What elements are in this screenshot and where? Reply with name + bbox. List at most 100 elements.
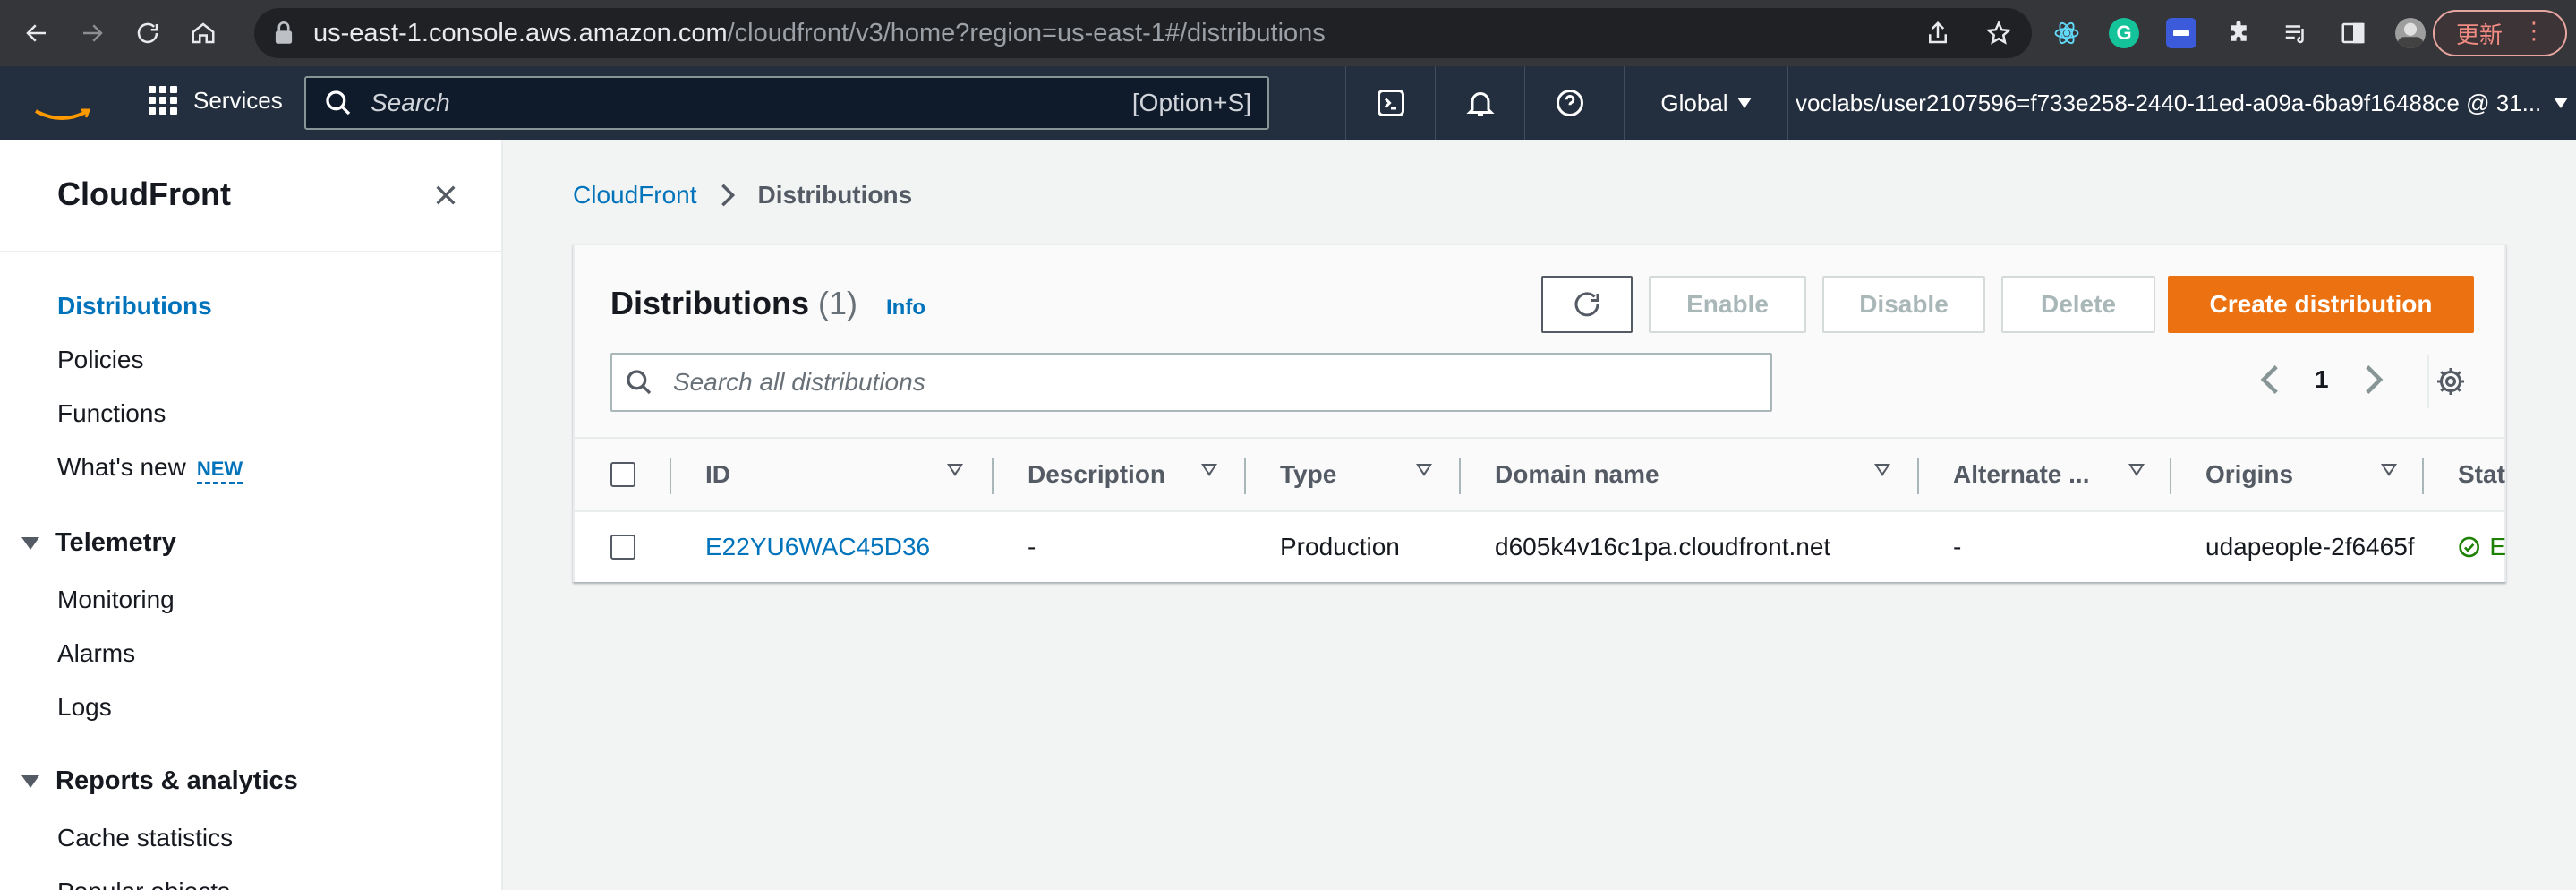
sidebar-item-cache-statistics[interactable]: Cache statistics bbox=[57, 824, 233, 852]
sidebar-item-popular-objects[interactable]: Popular objects bbox=[57, 877, 230, 890]
search-icon bbox=[326, 90, 351, 116]
info-link[interactable]: Info bbox=[886, 295, 925, 321]
column-divider[interactable] bbox=[2422, 458, 2424, 494]
breadcrumb-cloudfront[interactable]: CloudFront bbox=[573, 181, 697, 210]
gear-icon bbox=[2437, 368, 2464, 395]
sidebar-item-monitoring[interactable]: Monitoring bbox=[57, 586, 175, 614]
column-header-type[interactable]: Type bbox=[1280, 439, 1423, 510]
console-search-input[interactable]: Search [Option+S] bbox=[304, 76, 1269, 130]
update-button[interactable]: 更新 ⋮ bbox=[2433, 10, 2567, 56]
alternate-domain-cell: - bbox=[1953, 533, 1962, 561]
sidebar-item-alarms[interactable]: Alarms bbox=[57, 639, 135, 668]
close-icon[interactable] bbox=[431, 181, 460, 210]
side-panel-icon[interactable] bbox=[2338, 18, 2368, 48]
row-checkbox-cell bbox=[610, 512, 635, 582]
sidebar-item-functions[interactable]: Functions bbox=[57, 399, 166, 428]
column-divider[interactable] bbox=[1244, 458, 1246, 494]
new-badge: NEW bbox=[196, 458, 243, 484]
sidebar-title[interactable]: CloudFront bbox=[57, 175, 231, 213]
table-row: E22YU6WAC45D36 - Production d605k4v16c1p… bbox=[575, 512, 2506, 582]
help-icon[interactable] bbox=[1524, 66, 1614, 140]
domain-name-cell: d605k4v16c1pa.cloudfront.net bbox=[1495, 533, 1831, 561]
select-all-checkbox[interactable] bbox=[610, 462, 635, 487]
distribution-search-input[interactable]: Search all distributions bbox=[610, 353, 1772, 412]
region-selector[interactable]: Global bbox=[1624, 66, 1788, 140]
forward-arrow-icon[interactable] bbox=[73, 14, 111, 52]
column-header-alternate-domain[interactable]: Alternate ... bbox=[1953, 439, 2132, 510]
sort-icon[interactable] bbox=[1874, 464, 1890, 476]
reload-icon[interactable] bbox=[129, 14, 166, 52]
create-distribution-button[interactable]: Create distribution bbox=[2168, 276, 2474, 333]
sidebar-section-reports[interactable]: Reports & analytics bbox=[21, 766, 298, 796]
account-label: voclabs/user2107596=f733e258-2440-11ed-a… bbox=[1796, 89, 2542, 116]
search-shortcut-hint: [Option+S] bbox=[1131, 89, 1251, 116]
sort-icon[interactable] bbox=[2381, 464, 2397, 476]
status-text: E bbox=[2489, 533, 2506, 561]
notifications-bell-icon[interactable] bbox=[1435, 66, 1524, 140]
enable-button[interactable]: Enable bbox=[1649, 276, 1806, 333]
caret-down-icon bbox=[21, 536, 39, 550]
column-header-domain-name[interactable]: Domain name bbox=[1495, 439, 1853, 510]
column-header-status[interactable]: Statu bbox=[2458, 439, 2506, 510]
origins-cell: udapeople-2f6465f bbox=[2205, 533, 2415, 561]
aws-logo[interactable] bbox=[32, 81, 91, 122]
page-number[interactable]: 1 bbox=[2315, 365, 2329, 394]
column-divider[interactable] bbox=[992, 458, 994, 494]
aws-top-nav: Services Search [Option+S] Global voclab… bbox=[0, 66, 2576, 140]
sidebar-item-whats-new[interactable]: What's new NEW bbox=[57, 453, 243, 484]
puzzle-icon[interactable] bbox=[2223, 18, 2254, 48]
column-header-description[interactable]: Description bbox=[1028, 439, 1224, 510]
extension-badge-icon[interactable] bbox=[2166, 18, 2196, 48]
chevron-right-icon bbox=[721, 184, 735, 207]
browser-toolbar: us-east-1.console.aws.amazon.com/cloudfr… bbox=[0, 0, 2576, 66]
sidebar-item-policies[interactable]: Policies bbox=[57, 346, 143, 374]
column-divider bbox=[670, 458, 671, 494]
caret-down-icon bbox=[1736, 98, 1752, 108]
column-header-id[interactable]: ID bbox=[705, 439, 974, 510]
sidebar-section-telemetry[interactable]: Telemetry bbox=[21, 528, 176, 558]
search-placeholder: Search bbox=[371, 89, 450, 116]
star-icon[interactable] bbox=[1985, 20, 2012, 47]
sidebar-divider bbox=[0, 251, 501, 252]
grammarly-icon[interactable]: G bbox=[2109, 18, 2139, 48]
distribution-id-link[interactable]: E22YU6WAC45D36 bbox=[705, 512, 974, 582]
home-icon[interactable] bbox=[184, 14, 222, 52]
preferences-button[interactable] bbox=[2427, 355, 2467, 408]
pagination: 1 bbox=[2257, 364, 2386, 396]
search-icon bbox=[627, 370, 652, 395]
account-menu[interactable]: voclabs/user2107596=f733e258-2440-11ed-a… bbox=[1796, 66, 2569, 140]
sidebar-item-logs[interactable]: Logs bbox=[57, 693, 112, 722]
sidebar-item-distributions[interactable]: Distributions bbox=[57, 292, 212, 321]
check-circle-icon bbox=[2459, 536, 2479, 558]
page-title: Distributions (1) Info bbox=[610, 285, 925, 322]
chevron-left-icon[interactable] bbox=[2257, 364, 2282, 396]
chevron-right-icon[interactable] bbox=[2361, 364, 2386, 396]
share-icon[interactable] bbox=[1924, 20, 1951, 47]
profile-avatar[interactable] bbox=[2395, 18, 2426, 48]
disable-button[interactable]: Disable bbox=[1822, 276, 1985, 333]
search-placeholder: Search all distributions bbox=[673, 368, 925, 396]
cloudshell-icon[interactable] bbox=[1345, 66, 1435, 140]
refresh-button[interactable] bbox=[1541, 276, 1633, 333]
region-label: Global bbox=[1660, 89, 1728, 116]
back-arrow-icon[interactable] bbox=[18, 14, 55, 52]
section-label: Telemetry bbox=[55, 528, 176, 557]
reading-list-icon[interactable] bbox=[2281, 18, 2311, 48]
address-bar[interactable]: us-east-1.console.aws.amazon.com/cloudfr… bbox=[254, 8, 2032, 58]
sort-icon[interactable] bbox=[947, 464, 963, 476]
description-cell: - bbox=[1028, 533, 1036, 561]
column-divider[interactable] bbox=[1917, 458, 1919, 494]
row-checkbox[interactable] bbox=[610, 535, 635, 560]
column-header-origins[interactable]: Origins bbox=[2205, 439, 2384, 510]
delete-button[interactable]: Delete bbox=[2001, 276, 2155, 333]
services-menu[interactable]: Services bbox=[149, 86, 283, 115]
column-divider[interactable] bbox=[2170, 458, 2171, 494]
extensions-area: G bbox=[2051, 0, 2452, 66]
column-divider[interactable] bbox=[1459, 458, 1461, 494]
sort-icon[interactable] bbox=[1416, 464, 1432, 476]
status-cell: E bbox=[2458, 512, 2506, 582]
more-vert-icon: ⋮ bbox=[2522, 18, 2546, 45]
sort-icon[interactable] bbox=[2128, 464, 2145, 476]
react-devtools-icon[interactable] bbox=[2051, 18, 2082, 48]
sort-icon[interactable] bbox=[1201, 464, 1217, 476]
